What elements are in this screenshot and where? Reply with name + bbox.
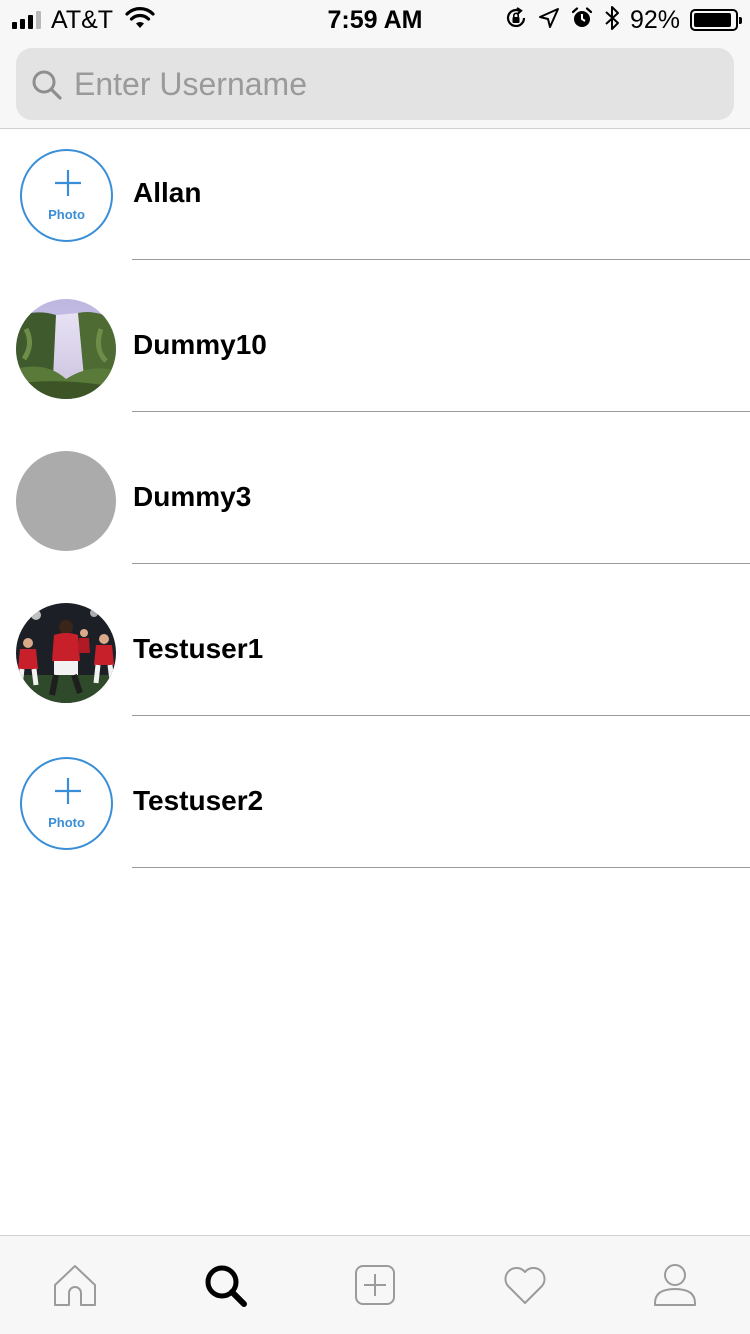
row-divider — [132, 867, 750, 868]
tab-profile[interactable] — [600, 1236, 750, 1334]
bluetooth-icon — [604, 5, 620, 36]
avatar-waterfall-photo — [16, 299, 116, 399]
profile-icon — [654, 1264, 696, 1306]
status-bar-right: 92% — [504, 5, 742, 36]
avatar-football-players-photo — [16, 603, 116, 703]
search-input[interactable] — [74, 48, 714, 120]
home-icon — [54, 1265, 96, 1306]
alarm-icon — [570, 6, 594, 35]
tab-search[interactable] — [150, 1236, 300, 1334]
avatar-placeholder — [16, 451, 116, 551]
row-divider — [132, 715, 750, 716]
orientation-lock-icon — [504, 6, 528, 35]
add-photo-label: Photo — [48, 207, 85, 222]
list-item-testuser2[interactable]: Photo Testuser2 — [0, 737, 750, 889]
username: Allan — [133, 177, 202, 208]
username: Testuser1 — [133, 633, 264, 664]
plus-icon — [55, 170, 81, 196]
row-divider — [132, 563, 750, 564]
add-photo-button[interactable]: Photo — [20, 149, 113, 242]
list-item-dummy10[interactable]: Dummy10 — [0, 281, 750, 433]
status-bar: AT&T 7:59 AM 92% — [0, 0, 750, 40]
row-divider — [132, 259, 750, 260]
tab-activity[interactable] — [450, 1236, 600, 1334]
tab-add-post[interactable] — [300, 1236, 450, 1334]
username: Testuser2 — [133, 785, 264, 816]
list-item-dummy3[interactable]: Dummy3 — [0, 433, 750, 585]
search-icon — [205, 1265, 247, 1307]
heart-icon — [504, 1267, 546, 1304]
plus-icon — [55, 778, 81, 804]
add-photo-button[interactable]: Photo — [20, 757, 113, 850]
search-icon — [30, 68, 64, 102]
list-item-testuser1[interactable]: Testuser1 — [0, 585, 750, 737]
username: Dummy3 — [133, 481, 252, 512]
tab-bar — [0, 1235, 750, 1334]
row-divider — [132, 411, 750, 412]
battery-level — [694, 13, 731, 27]
add-post-icon — [355, 1265, 395, 1305]
search-header — [0, 40, 750, 129]
battery-percent: 92% — [629, 5, 680, 34]
battery-icon — [690, 9, 742, 31]
list-item-allan[interactable]: Photo Allan — [0, 129, 750, 281]
search-bar[interactable] — [16, 48, 734, 120]
add-photo-label: Photo — [48, 815, 85, 830]
tab-home[interactable] — [0, 1236, 150, 1334]
username: Dummy10 — [133, 329, 267, 360]
user-list: Photo Allan Dummy10 Dummy3 Testuser1 Pho… — [0, 129, 750, 889]
location-icon — [538, 7, 560, 34]
